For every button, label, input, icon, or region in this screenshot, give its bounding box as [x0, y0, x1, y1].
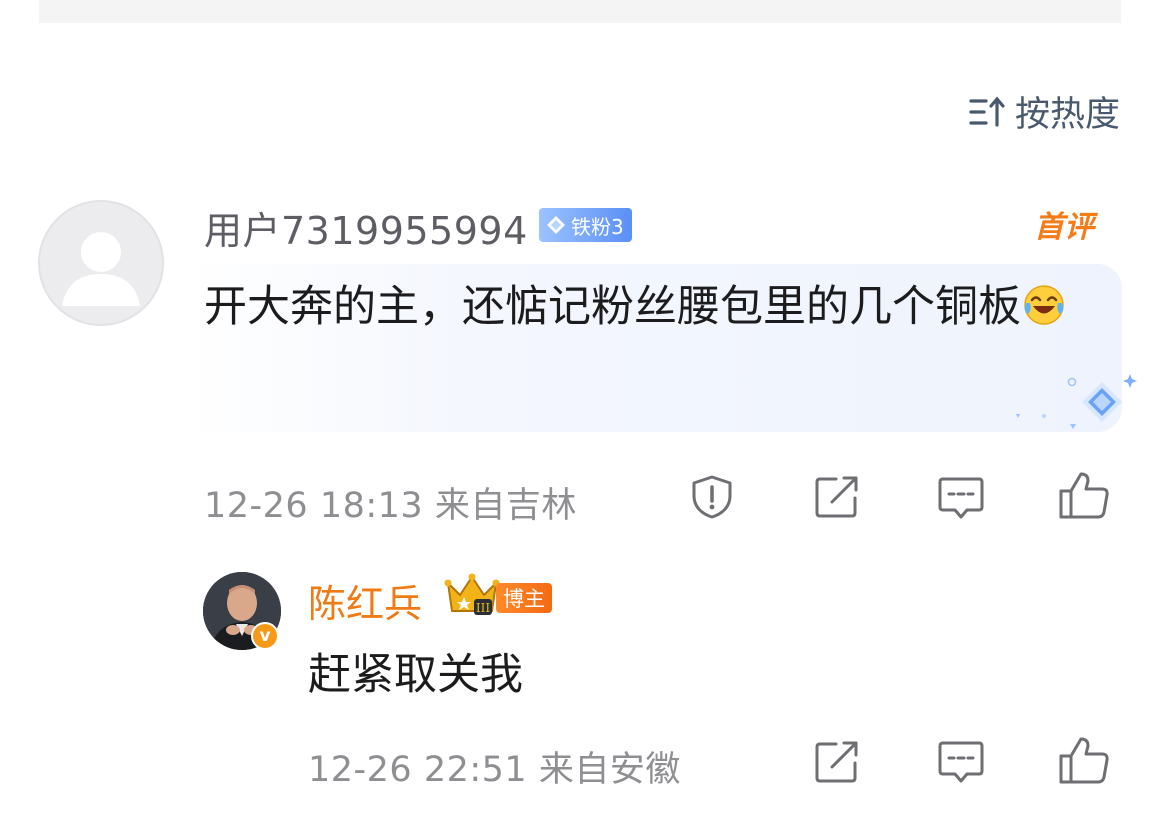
reply-text: 赶紧取关我 — [308, 650, 523, 700]
comment-page: 按热度 用户7319955994 铁粉3 首评 开大奔的主，还惦记粉丝腰包里的几… — [0, 0, 1160, 813]
reply-timestamp: 12-26 22:51 — [308, 750, 528, 790]
like-icon[interactable] — [1057, 470, 1111, 520]
comment-timestamp: 12-26 18:13 — [204, 486, 424, 526]
comment-location: 来自吉林 — [434, 486, 577, 526]
user-avatar[interactable] — [38, 200, 164, 326]
reply-share-icon[interactable] — [814, 740, 860, 784]
laughing-crying-emoji-icon — [1021, 281, 1067, 327]
comment-meta: 12-26 18:13 来自吉林 — [204, 477, 577, 528]
fan-diamond-decoration-icon — [1016, 374, 1137, 429]
reply-meta: 12-26 22:51 来自安徽 — [308, 741, 681, 792]
sort-icon — [969, 95, 1007, 129]
svg-text:III: III — [476, 601, 490, 615]
report-icon[interactable] — [689, 474, 735, 520]
first-comment-badge: 首评 — [1034, 210, 1094, 245]
sort-by-hot-button[interactable]: 按热度 — [969, 86, 1120, 137]
fan-level-badge: 铁粉3 — [539, 208, 632, 242]
verified-badge: v — [251, 622, 279, 650]
diamond-icon — [547, 216, 565, 234]
fan-level-label: 铁粉3 — [571, 214, 624, 239]
reply-like-icon[interactable] — [1057, 735, 1111, 785]
comment-text: 开大奔的主，还惦记粉丝腰包里的几个铜板 — [204, 282, 1021, 332]
top-panel-edge — [39, 0, 1121, 23]
reply-icon[interactable] — [937, 476, 985, 522]
reply-location: 来自安徽 — [538, 750, 681, 790]
comment-username[interactable]: 用户7319955994 — [204, 200, 528, 255]
share-icon[interactable] — [814, 475, 860, 519]
comment-body: 开大奔的主，还惦记粉丝腰包里的几个铜板 — [204, 275, 1104, 339]
blogger-role-badge: 博主 — [496, 583, 552, 613]
default-avatar-icon — [62, 232, 140, 306]
sort-label: 按热度 — [1014, 95, 1120, 135]
reply-username[interactable]: 陈红兵 — [308, 573, 422, 628]
crown-level-icon: III — [444, 573, 500, 615]
reply-reply-icon[interactable] — [937, 740, 985, 786]
